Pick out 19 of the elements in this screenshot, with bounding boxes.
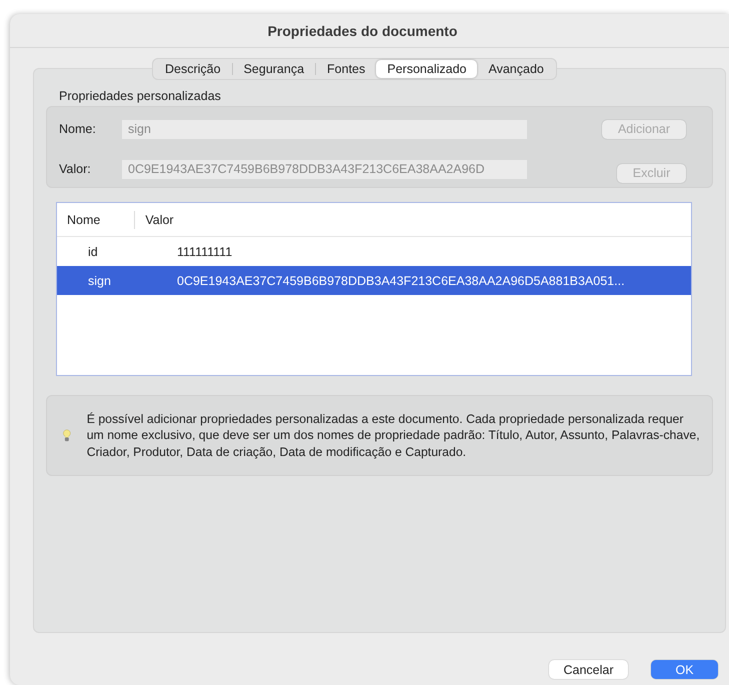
value-cell: 111111111 [177,244,232,258]
table-row[interactable]: sign 0C9E1943AE37C7459B6B978DDB3A43F213C6EA38AA2A96D5A881B3A051... [57,266,691,295]
tab[interactable]: Descrição [154,60,232,78]
name-cell-text: id [87,244,99,258]
group-label: Propriedades personalizadas [59,89,222,103]
field-label: Nome: [59,122,97,136]
name-cell-text: sign [87,274,112,288]
tab[interactable]: Personalizado [376,60,478,78]
cancel-button[interactable]: Cancelar [549,660,628,679]
ok-button[interactable]: OK [651,660,718,679]
column-header[interactable]: Valor [135,212,174,226]
window-title: Propriedades do documento [268,22,458,38]
value-cell: 0C9E1943AE37C7459B6B978DDB3A43F213C6EA38AA2A96D5A881B3A051... [177,274,625,288]
tab[interactable]: Avançado [477,60,555,78]
tab[interactable]: Fontes [316,60,376,78]
info-text: É possível adicionar propriedades personalizadas a este documento. Cada propriedade personalizada requer um nome exclusivo, que deve ser um dos nomes de propriedade padrão: Título, Autor, Assunto, Palavras-chave, Criador, Produtor, Data de criação, Data de modificação e Capturado. [86,410,701,460]
tab[interactable]: Segurança [232,60,316,78]
field-label: Valor: [59,162,92,176]
column-header[interactable]: Nome [57,212,100,226]
